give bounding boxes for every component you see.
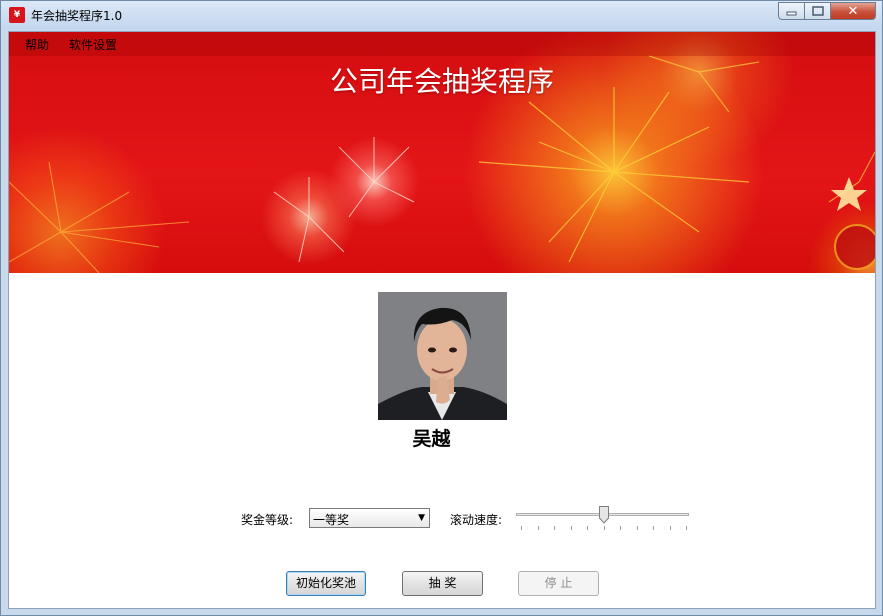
slider-tick	[537, 526, 539, 530]
minimize-icon	[786, 11, 797, 16]
menu-bar: 帮助 软件设置	[9, 32, 875, 56]
slider-tick	[521, 526, 522, 530]
slider-tick	[686, 526, 687, 530]
slider-tick	[554, 526, 555, 530]
menu-help[interactable]: 帮助	[25, 36, 49, 53]
draw-button[interactable]: 抽 奖	[402, 571, 483, 596]
winner-photo	[378, 292, 507, 420]
maximize-button[interactable]	[805, 2, 831, 20]
banner-title: 公司年会抽奖程序	[329, 65, 554, 98]
slider-thumb-icon	[598, 506, 609, 524]
window-controls: ✕	[778, 2, 876, 21]
prize-level-select[interactable]: 一等奖 ▼	[309, 508, 430, 528]
app-window: ¥ 年会抽奖程序1.0 ✕ 帮助 软件设置 公司年会抽奖程序 吴越 奖金等级: …	[0, 0, 883, 616]
close-icon: ✕	[847, 4, 859, 19]
slider-tick	[587, 526, 588, 530]
window-title: 年会抽奖程序1.0	[31, 9, 123, 23]
close-button[interactable]: ✕	[831, 2, 876, 20]
dropdown-arrow-icon: ▼	[418, 513, 425, 523]
winner-name: 吴越	[412, 428, 451, 450]
slider-thumb[interactable]	[598, 506, 609, 524]
slider-tick	[620, 526, 621, 530]
minimize-button[interactable]	[778, 2, 805, 20]
person-portrait-icon	[378, 292, 507, 420]
slider-tick	[570, 526, 572, 530]
prize-level-value: 一等奖	[313, 513, 350, 527]
prize-level-label: 奖金等级:	[241, 513, 294, 527]
stop-button[interactable]: 停 止	[518, 571, 599, 596]
client-area: 帮助 软件设置 公司年会抽奖程序 吴越 奖金等级: 一等奖 ▼ 滚动速度: 初始…	[8, 31, 876, 609]
title-bar[interactable]: ¥ 年会抽奖程序1.0 ✕	[1, 1, 882, 30]
maximize-icon	[811, 6, 824, 16]
slider-tick	[636, 526, 638, 530]
slider-tick	[669, 526, 671, 530]
slider-tick	[653, 526, 654, 530]
menu-software-settings[interactable]: 软件设置	[69, 36, 117, 53]
fireworks-banner: 帮助 软件设置 公司年会抽奖程序	[9, 32, 875, 273]
slider-tick	[603, 526, 605, 530]
app-icon: ¥	[9, 7, 25, 23]
scroll-speed-label: 滚动速度:	[450, 513, 503, 527]
init-prize-pool-button[interactable]: 初始化奖池	[286, 571, 366, 596]
scroll-speed-slider[interactable]	[514, 506, 691, 534]
